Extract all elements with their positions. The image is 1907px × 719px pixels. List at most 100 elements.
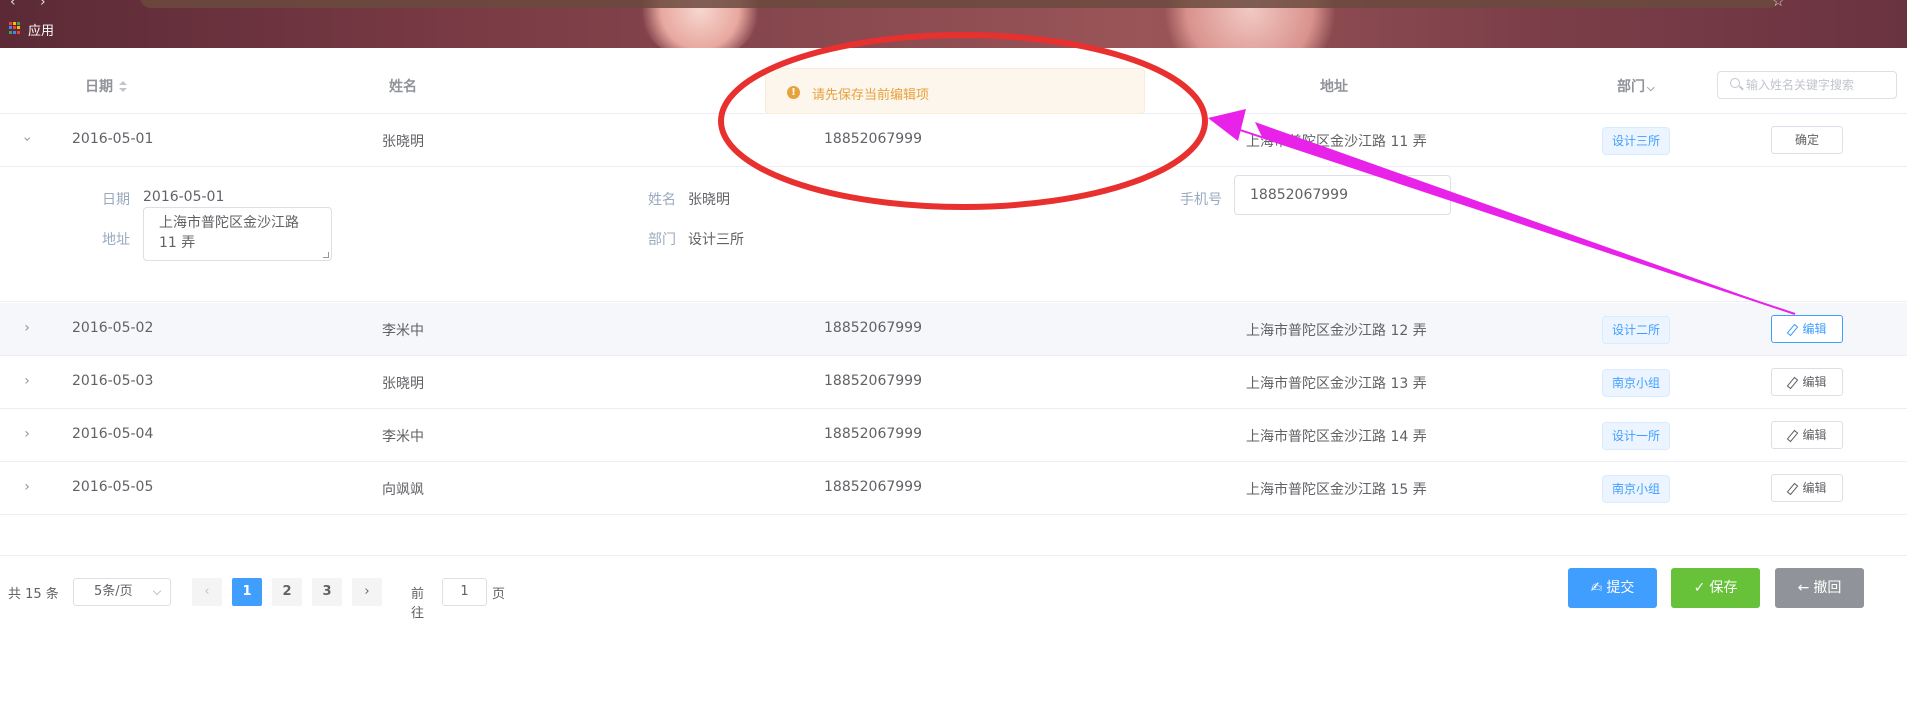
page-size-select[interactable]: 5条/页 [73, 578, 171, 606]
detail-dept-value: 设计三所 [688, 232, 744, 248]
edit-button-label: 编辑 [1802, 481, 1827, 495]
cell-phone: 18852067999 [824, 373, 922, 389]
submit-label: 提交 [1606, 580, 1635, 596]
address-line: 11 弄 [159, 235, 196, 251]
confirm-button[interactable]: 确定 [1771, 126, 1843, 154]
cell-phone: 18852067999 [824, 131, 922, 147]
dept-tag: 设计二所 [1602, 316, 1671, 344]
detail-address-label: 地址 [102, 232, 130, 248]
detail-phone-label: 手机号 [1180, 192, 1222, 208]
search-icon [1730, 78, 1740, 88]
detail-name-value: 张晓明 [688, 192, 730, 208]
dept-tag: 南京小组 [1602, 369, 1671, 397]
apps-grid-icon[interactable] [9, 22, 21, 34]
cell-name: 向飒飒 [382, 482, 424, 498]
bookmark-apps[interactable]: 应用 [28, 20, 54, 39]
column-header-date[interactable]: 日期 [85, 76, 127, 96]
revert-label: 撤回 [1813, 580, 1842, 596]
edit-button-label: 编辑 [1802, 322, 1827, 336]
column-header-label: 部门 [1617, 79, 1645, 95]
revert-button[interactable]: ← 撤回 [1775, 568, 1864, 608]
browser-top-bar: ‹ › ☆ 应用 [0, 0, 1907, 48]
search-input[interactable] [1746, 72, 1894, 98]
page-size-value: 5条/页 [94, 584, 133, 599]
search-box[interactable] [1717, 71, 1897, 99]
table-row: › 2016-05-02 李米中 18852067999 上海市普陀区金沙江路 … [0, 303, 1907, 356]
edit-icon [1787, 377, 1797, 387]
edit-icon [1787, 430, 1797, 440]
table-row: › 2016-05-04 李米中 18852067999 上海市普陀区金沙江路 … [0, 409, 1907, 462]
goto-suffix: 页 [492, 587, 506, 602]
column-header-label: 日期 [85, 79, 113, 95]
cell-date: 2016-05-03 [72, 373, 154, 389]
edit-button-label: 编辑 [1802, 428, 1827, 442]
sort-caret-icon[interactable] [119, 81, 127, 93]
detail-dept-label: 部门 [648, 232, 676, 248]
dept-tag: 南京小组 [1602, 475, 1671, 503]
address-bar[interactable] [140, 0, 1780, 8]
detail-name-label: 姓名 [648, 192, 676, 208]
page-button-3[interactable]: 3 [312, 578, 342, 606]
filter-chevron-icon[interactable]: ⌵ [1647, 83, 1655, 94]
warning-message-toast: ! 请先保存当前编辑项 [765, 68, 1145, 114]
detail-date-value: 2016-05-01 [143, 189, 225, 205]
table-row: › 2016-05-05 向飒飒 18852067999 上海市普陀区金沙江路 … [0, 462, 1907, 515]
table-row: › 2016-05-01 张晓明 18852067999 上海市普陀区金沙江路 … [0, 114, 1907, 167]
edit-button[interactable]: 编辑 [1771, 474, 1843, 502]
prev-page-button[interactable]: ‹ [192, 578, 222, 606]
table-row: › 2016-05-03 张晓明 18852067999 上海市普陀区金沙江路 … [0, 356, 1907, 409]
star-icon[interactable]: ☆ [1772, 0, 1785, 10]
expand-chevron-icon[interactable]: › [20, 321, 34, 335]
chevron-down-icon [152, 586, 162, 596]
cell-address: 上海市普陀区金沙江路 13 弄 [1246, 376, 1427, 392]
edit-icon [1787, 324, 1797, 334]
forward-icon[interactable]: › [40, 0, 46, 10]
dept-tag: 设计三所 [1602, 127, 1671, 155]
column-header-name: 姓名 [389, 79, 417, 95]
collapse-chevron-icon[interactable]: › [19, 132, 35, 146]
save-label: 保存 [1709, 580, 1738, 596]
column-header-address: 地址 [1320, 79, 1348, 95]
cell-address: 上海市普陀区金沙江路 15 弄 [1246, 482, 1427, 498]
expand-chevron-icon[interactable]: › [20, 427, 34, 441]
detail-date-label: 日期 [102, 192, 130, 208]
next-page-button[interactable]: › [352, 578, 382, 606]
cell-phone: 18852067999 [824, 320, 922, 336]
column-header-dept[interactable]: 部门 ⌵ [1617, 76, 1655, 96]
page-button-2[interactable]: 2 [272, 578, 302, 606]
save-button[interactable]: ✓ 保存 [1671, 568, 1760, 608]
cell-address: 上海市普陀区金沙江路 14 弄 [1246, 429, 1427, 445]
cell-date: 2016-05-02 [72, 320, 154, 336]
edit-button[interactable]: 编辑 [1771, 315, 1843, 343]
back-icon[interactable]: ‹ [10, 0, 16, 10]
submit-button[interactable]: ✍ 提交 [1568, 568, 1657, 608]
warning-icon: ! [787, 86, 800, 99]
footer-divider [0, 555, 1907, 556]
page-button-1[interactable]: 1 [232, 578, 262, 606]
dept-tag: 设计一所 [1602, 422, 1671, 450]
edit-button-label: 编辑 [1802, 375, 1827, 389]
cell-name: 张晓明 [382, 134, 424, 150]
edit-button[interactable]: 编辑 [1771, 368, 1843, 396]
edit-button[interactable]: 编辑 [1771, 421, 1843, 449]
toast-message: 请先保存当前编辑项 [812, 88, 930, 103]
submit-icon: ✍ [1590, 580, 1603, 596]
cell-date: 2016-05-04 [72, 426, 154, 442]
goto-label: 前往 [411, 587, 425, 621]
expand-chevron-icon[interactable]: › [20, 480, 34, 494]
cell-name: 李米中 [382, 323, 424, 339]
cell-phone: 18852067999 [824, 426, 922, 442]
expand-chevron-icon[interactable]: › [20, 374, 34, 388]
cell-date: 2016-05-01 [72, 131, 154, 147]
resize-handle-icon[interactable] [323, 252, 329, 258]
cell-name: 张晓明 [382, 376, 424, 392]
cell-address: 上海市普陀区金沙江路 11 弄 [1246, 134, 1427, 150]
cell-address: 上海市普陀区金沙江路 12 弄 [1246, 323, 1427, 339]
edit-icon [1787, 483, 1797, 493]
back-arrow-icon: ← [1797, 580, 1810, 596]
expanded-row-detail: 日期 2016-05-01 姓名 张晓明 手机号 18852067999 地址 … [0, 167, 1907, 302]
goto-page-input[interactable]: 1 [442, 578, 487, 606]
cell-name: 李米中 [382, 429, 424, 445]
phone-input[interactable]: 18852067999 [1234, 175, 1451, 215]
address-textarea[interactable]: 上海市普陀区金沙江路 11 弄 [143, 207, 332, 261]
